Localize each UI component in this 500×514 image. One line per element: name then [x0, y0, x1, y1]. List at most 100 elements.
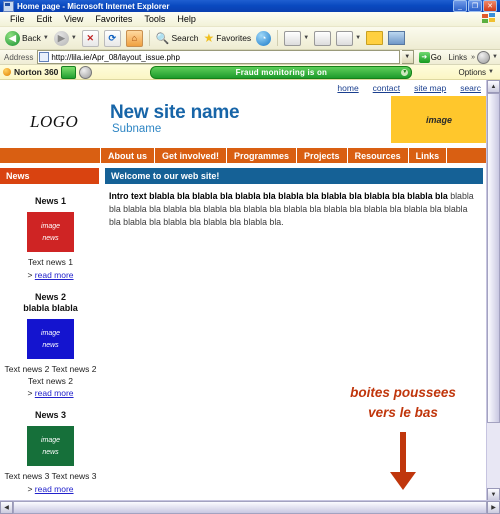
print-button[interactable] — [312, 29, 333, 48]
readmore-link[interactable]: read more — [35, 484, 74, 494]
news-item-text: Text news 2 Text news 2 Text news 2 — [4, 364, 97, 386]
browser-window: Home page - Microsoft Internet Explorer … — [0, 0, 500, 514]
header-image-placeholder: image — [391, 96, 487, 143]
news-item-title: News 3 — [34, 410, 67, 421]
nav-item-get-involved[interactable]: Get involved! — [154, 148, 226, 163]
nav-item-about-us[interactable]: About us — [100, 148, 154, 163]
arrow-shaft — [400, 432, 406, 475]
news-item-title: News 1 — [34, 196, 67, 206]
annotation-line-2: vers le bas — [368, 405, 438, 421]
norton-monitor-icon[interactable] — [61, 65, 77, 79]
nav-item-links[interactable]: Links — [407, 148, 447, 163]
norton-options-chevron-icon: ▼ — [488, 69, 494, 75]
home-button[interactable]: ⌂ — [124, 29, 145, 48]
scroll-up-button[interactable]: ▲ — [487, 80, 500, 93]
nav-item-programmes[interactable]: Programmes — [226, 148, 296, 163]
news-item-text: Text news 1 — [28, 257, 73, 268]
menu-edit[interactable]: Edit — [31, 12, 59, 26]
nav-left-spacer — [0, 148, 100, 163]
go-label: Go — [430, 52, 442, 62]
horizontal-scroll-thumb[interactable] — [13, 501, 487, 514]
toolbar-overflow-icon[interactable]: ▼ — [492, 54, 498, 60]
site-subname: Subname — [112, 123, 162, 135]
notes-icon — [366, 31, 384, 45]
edit-button[interactable]: ▼ — [334, 29, 363, 48]
menu-view[interactable]: View — [58, 12, 89, 26]
favorites-label: Favorites — [216, 33, 252, 43]
back-button[interactable]: ◀ Back ▼ — [3, 29, 51, 48]
edit-page-icon — [336, 30, 354, 46]
link-contact[interactable]: contact — [373, 83, 400, 93]
fraud-monitoring-status[interactable]: Fraud monitoring is on ▼ — [150, 65, 413, 79]
web-page: home contact site map searc LOGO New sit… — [0, 80, 487, 501]
links-chevron-icon[interactable]: » — [471, 54, 475, 61]
readmore-link[interactable]: read more — [35, 388, 74, 398]
horizontal-scrollbar[interactable]: ◀ ▶ — [0, 500, 500, 514]
forward-button[interactable]: ▶ ▼ — [52, 29, 79, 48]
news-image-label-2: news — [42, 448, 59, 456]
scroll-right-button[interactable]: ▶ — [487, 501, 500, 514]
page-icon — [39, 52, 50, 62]
messenger-button[interactable] — [386, 29, 407, 48]
nav-item-projects[interactable]: Projects — [296, 148, 347, 163]
main-navigation: About us Get involved! Programmes Projec… — [0, 148, 487, 163]
news-item-image: image news — [27, 212, 74, 253]
news-item-image: image news — [27, 319, 74, 360]
norton-product-label: Norton 360 — [14, 67, 59, 77]
refresh-button[interactable]: ⟳ — [102, 29, 123, 48]
mail-dropdown-icon[interactable]: ▼ — [303, 35, 309, 41]
menu-help[interactable]: Help — [171, 12, 202, 26]
page-viewport: home contact site map searc LOGO New sit… — [0, 80, 500, 514]
scroll-left-button[interactable]: ◀ — [0, 501, 13, 514]
site-masthead: LOGO New site name Subname image — [0, 96, 487, 148]
search-button[interactable]: 🔍 Search — [154, 29, 201, 48]
news-item-readmore: > read more — [0, 388, 101, 398]
go-button[interactable]: ➜ Go — [416, 51, 445, 63]
norton-globe-icon[interactable] — [79, 65, 93, 79]
readmore-link[interactable]: read more — [35, 270, 74, 280]
fraud-dropdown-icon[interactable]: ▼ — [401, 68, 409, 76]
back-dropdown-icon[interactable]: ▼ — [43, 35, 49, 41]
edit-dropdown-icon[interactable]: ▼ — [355, 35, 361, 41]
news-item-readmore: > read more — [0, 484, 101, 494]
utility-links: home contact site map searc — [337, 83, 481, 93]
news-image-label-1: image — [40, 436, 61, 444]
news-item-2: News 2 blabla blabla image news Text new… — [0, 292, 101, 398]
address-input[interactable]: http://lila.ie/Apr_08/layout_issue.php — [37, 50, 400, 64]
link-search[interactable]: searc — [460, 83, 481, 93]
maximize-button[interactable]: ❐ — [468, 0, 482, 12]
links-label[interactable]: Links — [446, 53, 469, 62]
minimize-button[interactable]: _ — [453, 0, 467, 12]
history-button[interactable]: ◔ — [254, 29, 273, 48]
address-dropdown-button[interactable]: ▼ — [401, 50, 414, 64]
forward-arrow-icon: ▶ — [53, 30, 69, 46]
window-controls: _ ❐ ✕ — [453, 0, 497, 12]
history-icon: ◔ — [256, 30, 272, 46]
link-site-map[interactable]: site map — [414, 83, 446, 93]
nav-item-resources[interactable]: Resources — [346, 148, 408, 163]
address-bar: Address http://lila.ie/Apr_08/layout_iss… — [0, 50, 500, 65]
toolbar-globe-icon[interactable] — [477, 50, 491, 64]
browser-toolbar: ◀ Back ▼ ▶ ▼ ✕ ⟳ ⌂ 🔍 Search ★ Favorites … — [0, 27, 500, 50]
news-sidebar: News News 1 image news Text news 1 > rea… — [0, 168, 101, 494]
printer-icon — [314, 30, 332, 46]
forward-dropdown-icon[interactable]: ▼ — [71, 35, 77, 41]
vertical-scroll-thumb[interactable] — [487, 93, 500, 423]
intro-bold-text: Intro text blabla bla blabla bla blabla … — [109, 191, 448, 201]
menu-favorites[interactable]: Favorites — [89, 12, 138, 26]
menu-file[interactable]: File — [4, 12, 31, 26]
annotation-line-1: boites poussees — [350, 385, 456, 400]
vertical-scrollbar[interactable]: ▲ ▼ — [486, 80, 500, 501]
readmore-prefix: > — [27, 388, 33, 399]
stop-button[interactable]: ✕ — [80, 29, 101, 48]
norton-options-button[interactable]: Options ▼ — [458, 68, 497, 77]
news-item-1: News 1 image news Text news 1 > read mor… — [0, 196, 101, 280]
favorites-button[interactable]: ★ Favorites — [201, 29, 253, 48]
address-url-text: http://lila.ie/Apr_08/layout_issue.php — [51, 52, 180, 62]
search-label: Search — [171, 33, 199, 43]
menu-tools[interactable]: Tools — [138, 12, 171, 26]
discuss-button[interactable] — [364, 29, 385, 48]
link-home[interactable]: home — [337, 83, 358, 93]
close-button[interactable]: ✕ — [483, 0, 497, 12]
mail-button[interactable]: ▼ — [282, 29, 311, 48]
